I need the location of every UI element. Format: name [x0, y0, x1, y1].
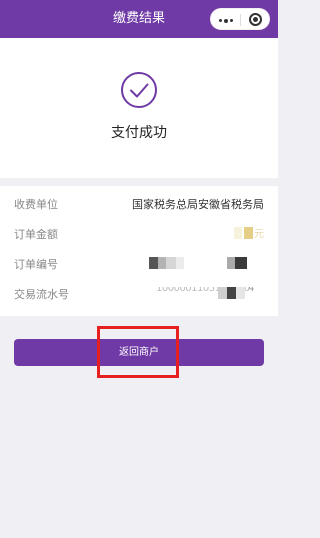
order-number-row: 订单编号: [14, 256, 264, 272]
amount-masked-value: 元: [234, 227, 264, 240]
order-details: 收费单位 国家税务总局安徽省税务局 订单金额 元 订单编号 交易流水号 1000…: [0, 186, 278, 316]
mini-program-capsule: [210, 8, 270, 30]
highlight-annotation-box: [97, 326, 179, 378]
serial-number-row: 交易流水号 1000001105105070 4: [14, 286, 264, 302]
order-number-masked-value: [149, 257, 249, 269]
payee-label: 收费单位: [14, 198, 58, 211]
serial-number-label: 交易流水号: [14, 288, 69, 301]
amount-label: 订单金额: [14, 228, 58, 241]
capsule-divider: [240, 14, 241, 26]
payee-row: 收费单位 国家税务总局安徽省税务局: [14, 196, 264, 212]
amount-row: 订单金额 元: [14, 226, 264, 242]
result-card: 支付成功: [0, 38, 278, 178]
serial-number-tail: 4: [248, 287, 255, 294]
serial-number-masked-value: 1000001105105070 4: [156, 287, 264, 299]
payment-success-text: 支付成功: [111, 125, 167, 141]
more-icon[interactable]: [219, 18, 233, 23]
amount-currency: 元: [254, 229, 264, 240]
order-number-label: 订单编号: [14, 258, 58, 271]
payee-value: 国家税务总局安徽省税务局: [132, 198, 264, 211]
navigation-bar: 缴费结果: [0, 0, 278, 38]
check-circle-icon: [121, 72, 157, 108]
close-target-icon[interactable]: [249, 13, 262, 26]
